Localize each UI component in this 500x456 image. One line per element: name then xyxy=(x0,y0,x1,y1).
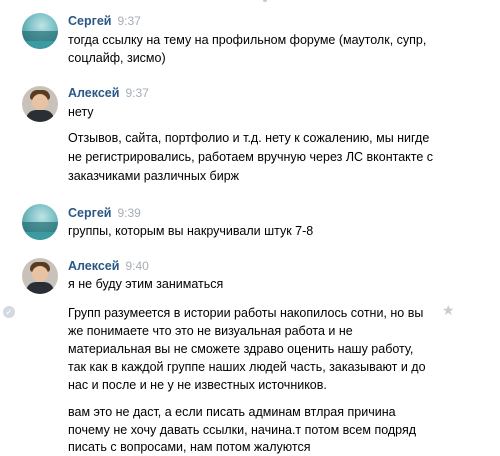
message-text: почему не хочу давать ссылки, начина.т п… xyxy=(68,423,417,437)
avatar-alexey[interactable] xyxy=(22,258,58,294)
author-name-link[interactable]: Сергей xyxy=(68,14,111,28)
message-text: нету xyxy=(68,105,94,119)
author-name-link[interactable]: Алексей xyxy=(68,259,119,273)
message-text: же понимаете что это не визуальная работ… xyxy=(68,324,353,338)
author-name-link[interactable]: Алексей xyxy=(68,86,119,100)
avatar-sergey[interactable] xyxy=(22,204,58,240)
message-time[interactable]: 9:37 xyxy=(117,14,140,28)
message-text: Отзывов, сайта, портфолио и т.д. нету к … xyxy=(68,131,430,145)
message-time[interactable]: 9:39 xyxy=(117,206,140,220)
message-time[interactable]: 9:37 xyxy=(125,86,148,100)
message-text: писать с вопросами, нам потом жалуются xyxy=(68,440,311,454)
message-author: Сергей 9:39 xyxy=(68,206,141,220)
message-text: я не буду этим заниматься xyxy=(68,277,224,291)
message-author: Алексей 9:37 xyxy=(68,86,149,100)
scroll-indicator xyxy=(263,0,267,2)
message-text: соцлайф, зисмо) xyxy=(68,51,166,65)
message-time[interactable]: 9:40 xyxy=(125,259,148,273)
message-text: вам это не даст, а если писать админам в… xyxy=(68,405,396,419)
message-author: Алексей 9:40 xyxy=(68,259,149,273)
message-text: тогда ссылку на тему на профильном форум… xyxy=(68,33,427,47)
message-text: нас и после и не у не известных источник… xyxy=(68,378,327,392)
message-text: заказчиками различных бирж xyxy=(68,169,240,183)
check-icon[interactable]: ✓ xyxy=(3,306,15,318)
avatar-alexey[interactable] xyxy=(22,86,58,122)
avatar-sergey[interactable] xyxy=(22,13,58,49)
message-text: Групп разумеется в истории работы накопи… xyxy=(68,306,424,320)
message-text: материальная вы не сможете здраво оценит… xyxy=(68,342,414,356)
message-author: Сергей 9:37 xyxy=(68,14,141,28)
message-text: не регистрировались, работаем вручную че… xyxy=(68,150,434,164)
message-text: группы, которым вы накручивали штук 7-8 xyxy=(68,224,314,238)
star-icon[interactable]: ★ xyxy=(442,302,455,319)
message-text: так как в каждой группе наших людей част… xyxy=(68,360,426,374)
author-name-link[interactable]: Сергей xyxy=(68,206,111,220)
